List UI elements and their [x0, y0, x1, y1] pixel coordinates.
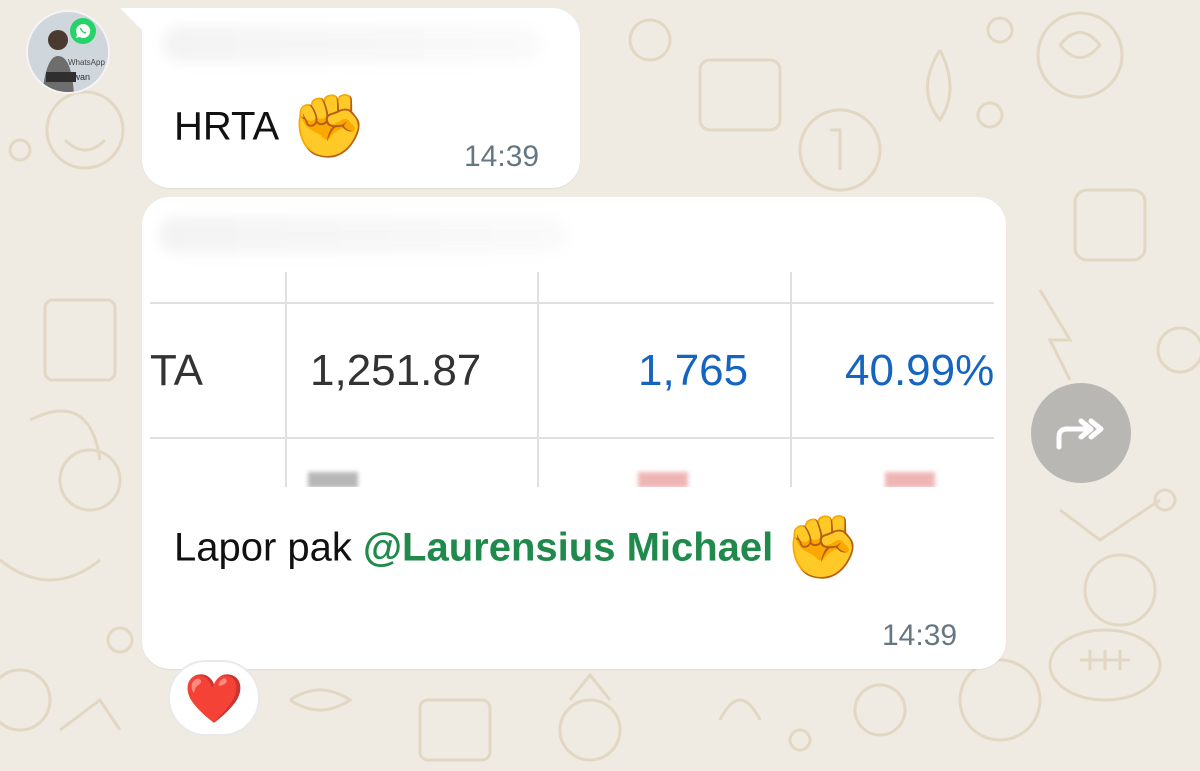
bubble-tail — [120, 8, 144, 32]
whatsapp-icon — [70, 18, 96, 44]
blurred-sender-name — [162, 26, 542, 62]
avatar-badge-text: WhatsApp — [68, 58, 105, 67]
reaction-badge[interactable]: ❤️ — [168, 660, 260, 736]
table-divider — [150, 437, 994, 439]
message-timestamp: 14:39 — [464, 140, 540, 173]
table-cell-percent: 40.99% — [845, 346, 994, 395]
table-cell-price: 1,251.87 — [310, 346, 482, 395]
table-cell-ticker: TA — [150, 346, 203, 395]
raised-fist-emoji: ✊ — [290, 92, 368, 161]
cropped-text — [638, 472, 688, 487]
table-divider — [150, 302, 994, 304]
message-text: HRTA ✊ — [174, 96, 368, 158]
raised-fist-emoji: ✊ — [784, 513, 862, 582]
table-divider — [537, 272, 539, 487]
cropped-text — [885, 472, 935, 487]
sender-avatar[interactable]: WhatsApp Irwan — [26, 10, 110, 94]
message-body: HRTA — [174, 104, 280, 149]
forward-icon — [1056, 418, 1104, 450]
message-bubble[interactable]: HRTA ✊ 14:39 — [142, 8, 580, 188]
message-caption: Lapor pak @Laurensius Michael ✊ — [174, 517, 862, 579]
table-divider — [790, 272, 792, 487]
mention-link[interactable]: @Laurensius Michael — [363, 526, 773, 570]
forward-button[interactable] — [1031, 383, 1131, 483]
attached-screenshot-image[interactable]: TA 1,251.87 1,765 40.99% — [150, 272, 994, 487]
message-timestamp: 14:39 — [882, 619, 958, 652]
avatar-name-text: Irwan — [68, 72, 91, 82]
cropped-text — [308, 472, 358, 487]
table-divider — [285, 272, 287, 487]
caption-text: Lapor pak — [174, 525, 352, 570]
heart-icon: ❤️ — [184, 672, 244, 726]
table-cell-value: 1,765 — [638, 346, 749, 395]
blurred-caption-header — [158, 217, 568, 253]
